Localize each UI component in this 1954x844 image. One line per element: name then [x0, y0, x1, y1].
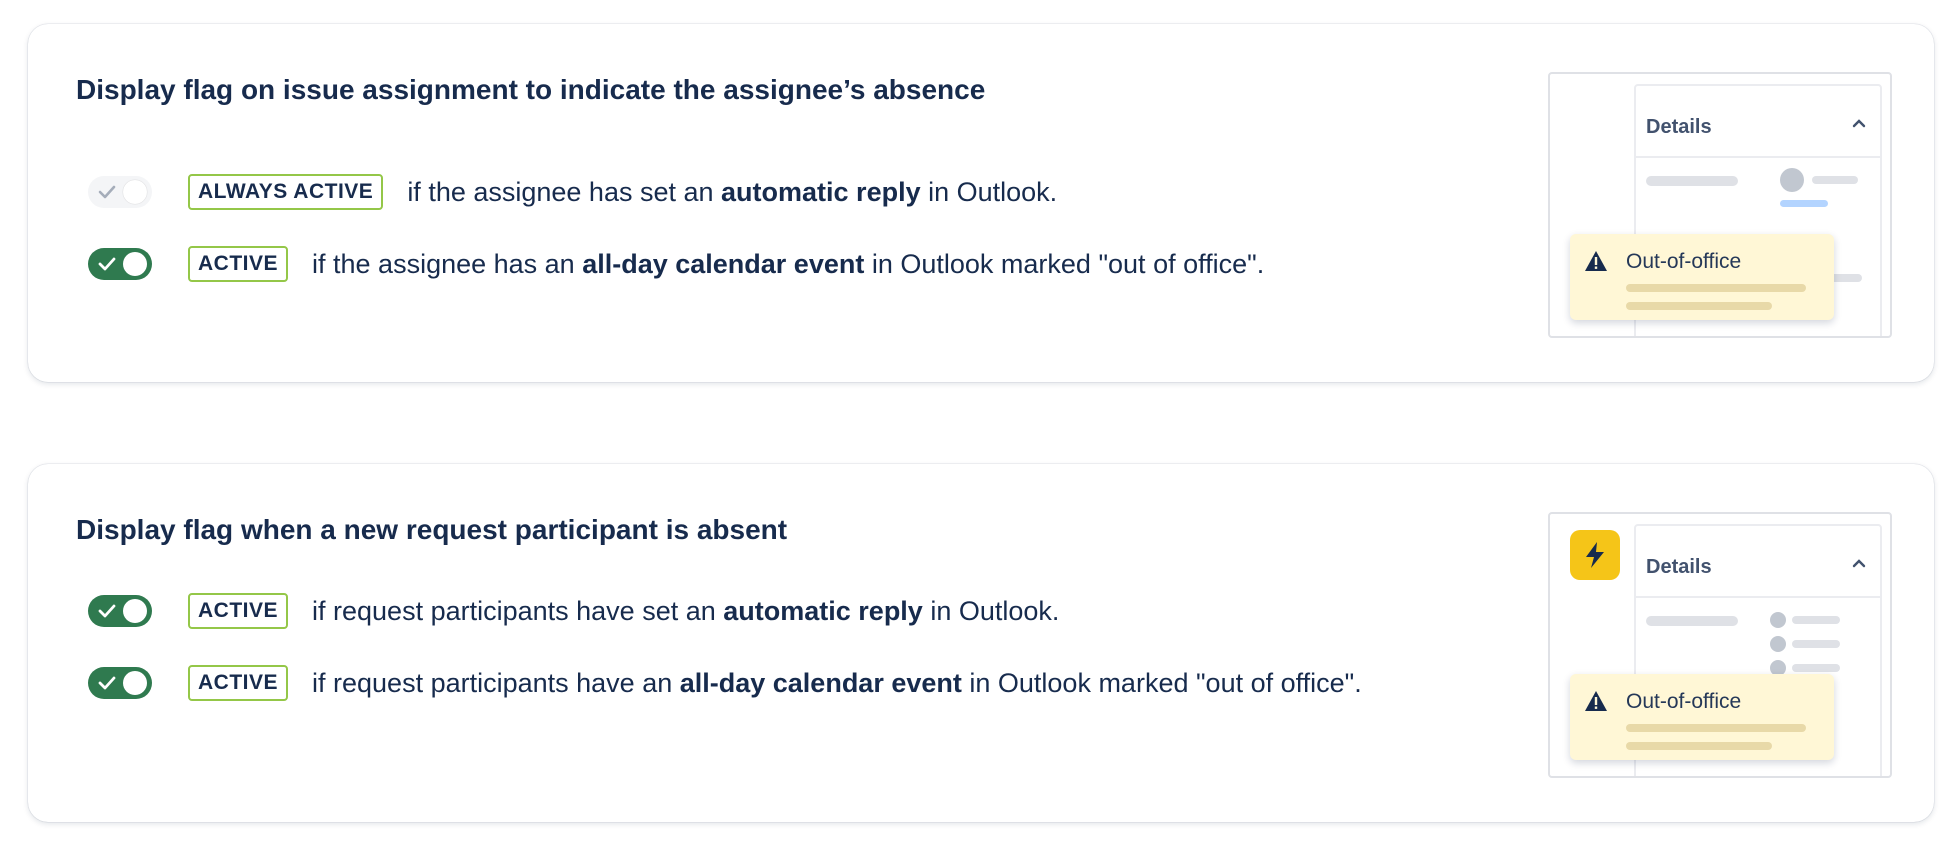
placeholder-line	[1646, 176, 1738, 186]
rule-row-automatic-reply: ACTIVE if request participants have set …	[88, 591, 1059, 631]
participant-dot	[1770, 636, 1786, 652]
chevron-up-icon	[1852, 559, 1866, 568]
check-icon	[98, 185, 116, 199]
rule-description: if request participants have an all-day …	[312, 667, 1362, 698]
out-of-office-flag: Out-of-office	[1570, 674, 1834, 760]
lightning-icon	[1586, 542, 1604, 568]
flag-label: Out-of-office	[1626, 690, 1742, 713]
toggle-switch-disabled	[88, 176, 152, 208]
participant-absence-card: Display flag when a new request particip…	[28, 464, 1934, 822]
rule-description: if request participants have set an auto…	[312, 595, 1060, 626]
status-badge: ALWAYS ACTIVE	[188, 174, 384, 210]
chevron-up-icon	[1852, 119, 1866, 128]
panel-title: Details	[1646, 556, 1712, 578]
toggle-switch[interactable]	[88, 248, 152, 280]
placeholder-line	[1792, 640, 1840, 648]
toggle-knob	[123, 252, 147, 276]
avatar-placeholder	[1780, 168, 1804, 192]
toggle-switch[interactable]	[88, 667, 152, 699]
check-icon	[98, 257, 116, 271]
section-title: Display flag on issue assignment to indi…	[76, 74, 986, 105]
rule-row-automatic-reply: ALWAYS ACTIVE if the assignee has set an…	[88, 172, 1057, 212]
status-badge: ACTIVE	[188, 246, 289, 282]
placeholder-line	[1646, 616, 1738, 626]
preview-illustration: Details Out-of-office	[1548, 512, 1892, 778]
rule-description: if the assignee has an all-day calendar …	[312, 248, 1265, 279]
toggle-knob	[123, 671, 147, 695]
toggle-switch[interactable]	[88, 595, 152, 627]
flag-label: Out-of-office	[1626, 250, 1742, 273]
rule-row-calendar-event: ACTIVE if the assignee has an all-day ca…	[88, 244, 1264, 284]
warning-icon	[1585, 691, 1607, 711]
participant-dot	[1770, 612, 1786, 628]
preview-illustration: Details Out-of-office	[1548, 72, 1892, 338]
rule-row-calendar-event: ACTIVE if request participants have an a…	[88, 663, 1362, 703]
panel-title: Details	[1646, 116, 1712, 138]
app-icon	[1570, 530, 1620, 580]
assignee-absence-card: Display flag on issue assignment to indi…	[28, 24, 1934, 382]
placeholder-link-line	[1780, 200, 1828, 207]
placeholder-line	[1792, 664, 1840, 672]
placeholder-line	[1792, 616, 1840, 624]
out-of-office-flag: Out-of-office	[1570, 234, 1834, 320]
toggle-knob	[123, 599, 147, 623]
rule-description: if the assignee has set an automatic rep…	[407, 176, 1058, 207]
placeholder-line	[1812, 176, 1858, 184]
check-icon	[98, 604, 116, 618]
warning-icon	[1585, 251, 1607, 271]
check-icon	[98, 676, 116, 690]
status-badge: ACTIVE	[188, 593, 289, 629]
section-title: Display flag when a new request particip…	[76, 514, 788, 545]
status-badge: ACTIVE	[188, 665, 289, 701]
toggle-knob	[123, 180, 147, 204]
